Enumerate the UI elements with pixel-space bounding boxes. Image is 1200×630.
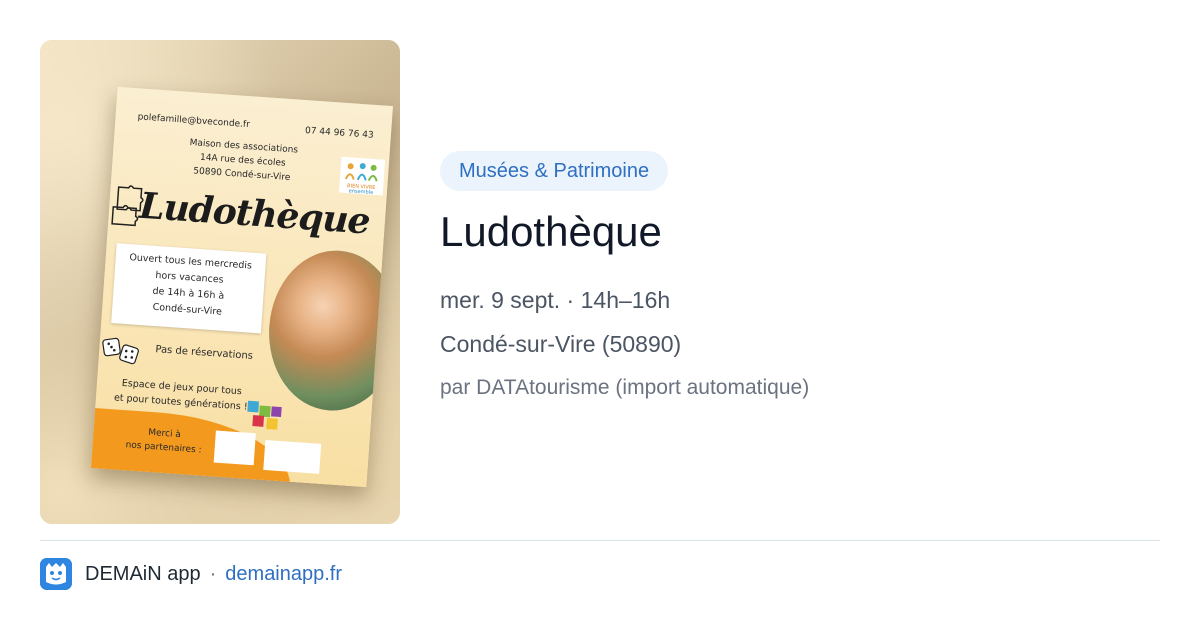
poster-opening-hours: Ouvert tous les mercredis hors vacances … (111, 243, 267, 334)
app-domain-link[interactable]: demainapp.fr (225, 563, 342, 586)
app-logo-icon (40, 558, 72, 590)
dice-icon (102, 337, 139, 365)
poster-play-space: Espace de jeux pour tous et pour toutes … (105, 375, 257, 415)
colored-puzzle-icon (247, 400, 282, 430)
app-name: DEMAiN app (85, 562, 201, 585)
category-badge[interactable]: Musées & Patrimoine (440, 151, 669, 191)
demain-app-icon[interactable] (40, 558, 72, 590)
bien-vivre-ensemble-logo: BIEN VIVRE ensemble (338, 156, 386, 196)
partner-logo (213, 430, 256, 466)
poster-no-booking: Pas de réservations (155, 344, 254, 362)
event-poster: polefamille@bveconde.fr 07 44 96 76 43 M… (91, 86, 393, 488)
partner-logo (263, 440, 322, 474)
poster-title: Ludothèque (137, 184, 371, 243)
poster-address: Maison des associations 14A rue des écol… (172, 135, 315, 187)
footer-divider (40, 540, 1160, 541)
event-title[interactable]: Ludothèque (440, 208, 662, 256)
poster-phone: 07 44 96 76 43 (304, 126, 374, 141)
event-source: par DATAtourisme (import automatique) (440, 376, 810, 399)
event-date-time: mer. 9 sept. · 14h–16h (440, 287, 671, 313)
poster-email: polefamille@bveconde.fr (137, 112, 251, 131)
event-thumbnail[interactable]: polefamille@bveconde.fr 07 44 96 76 43 M… (40, 40, 400, 524)
footer: DEMAiN app · demainapp.fr (40, 558, 342, 590)
event-location: Condé-sur-Vire (50890) (440, 331, 682, 357)
footer-separator: · (209, 562, 217, 585)
svg-text:ensemble: ensemble (349, 188, 374, 195)
